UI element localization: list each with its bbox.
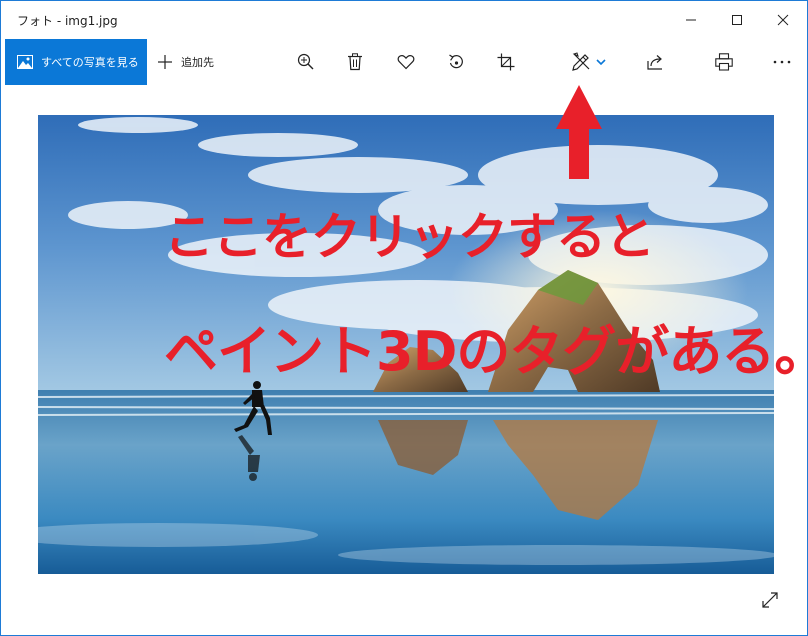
add-to-button[interactable]: 追加先 xyxy=(151,39,220,85)
toolbar: すべての写真を見る 追加先 xyxy=(1,39,807,85)
minimize-icon xyxy=(686,19,696,21)
expand-icon xyxy=(762,592,778,608)
rotate-icon xyxy=(449,54,463,69)
print-button[interactable] xyxy=(709,47,739,77)
more-options-button[interactable] xyxy=(767,47,797,77)
see-all-photos-button[interactable]: すべての写真を見る xyxy=(5,39,147,85)
trash-icon xyxy=(348,53,362,71)
crop-button[interactable] xyxy=(491,47,521,77)
more-icon xyxy=(773,60,791,64)
photo-icon xyxy=(17,55,33,69)
favorite-button[interactable] xyxy=(391,47,421,77)
edit-create-icon xyxy=(572,52,590,71)
share-icon xyxy=(647,55,662,70)
red-arrow xyxy=(556,85,602,183)
close-icon xyxy=(777,14,789,26)
add-to-label: 追加先 xyxy=(181,56,214,69)
print-icon xyxy=(715,53,733,71)
close-button[interactable] xyxy=(760,1,806,39)
annotation-line-2: ペイント3Dのタグがある。 xyxy=(164,320,808,383)
heart-icon xyxy=(397,55,415,70)
delete-button[interactable] xyxy=(340,47,370,77)
edit-create-button[interactable] xyxy=(563,47,613,77)
see-all-photos-label: すべての写真を見る xyxy=(41,56,139,69)
fullscreen-button[interactable] xyxy=(757,587,783,613)
maximize-button[interactable] xyxy=(714,1,760,39)
crop-icon xyxy=(497,53,515,71)
window-title: フォト - img1.jpg xyxy=(17,14,118,28)
title-bar: フォト - img1.jpg xyxy=(1,1,807,39)
photos-app-window: フォト - img1.jpg すべての写真を見る 追加先 ここをクリックすると … xyxy=(0,0,808,636)
share-button[interactable] xyxy=(640,47,670,77)
zoom-in-icon xyxy=(297,53,314,70)
zoom-button[interactable] xyxy=(291,47,321,77)
chevron-down-icon xyxy=(596,59,606,66)
plus-icon xyxy=(158,55,172,69)
annotation-line-1: ここをクリックすると xyxy=(164,208,655,266)
arrow-up-icon xyxy=(556,85,602,179)
rotate-button[interactable] xyxy=(441,47,471,77)
maximize-icon xyxy=(732,15,742,25)
minimize-button[interactable] xyxy=(668,1,714,39)
